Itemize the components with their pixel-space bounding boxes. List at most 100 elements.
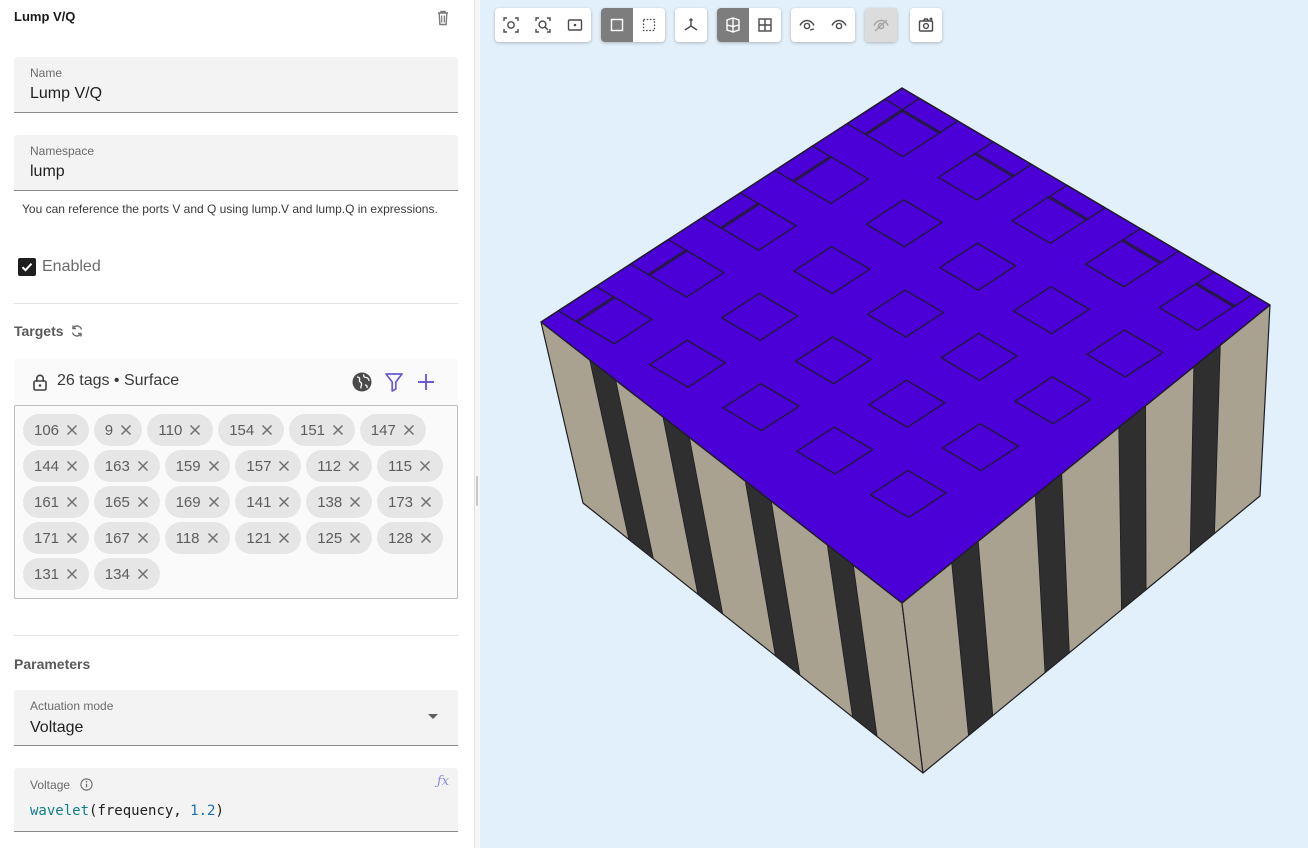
name-input[interactable] (30, 85, 430, 103)
info-icon[interactable] (80, 778, 93, 791)
remove-tag-icon[interactable] (348, 460, 360, 472)
toolbar-group (495, 8, 591, 42)
3d-viewport[interactable] (480, 0, 1308, 848)
hide-button[interactable] (791, 8, 823, 42)
target-tag-chip[interactable]: 159 (164, 450, 231, 482)
toolbar-group (865, 8, 897, 42)
remove-tag-icon[interactable] (189, 424, 201, 436)
remove-tag-icon[interactable] (261, 424, 273, 436)
namespace-input[interactable] (30, 163, 430, 181)
target-tag-chip[interactable]: 157 (235, 450, 302, 482)
target-tag-chip[interactable]: 138 (306, 486, 372, 518)
globe-icon[interactable] (351, 371, 373, 393)
target-tag-chip[interactable]: 110 (147, 414, 214, 446)
target-tag-chip[interactable]: 165 (93, 486, 160, 518)
fit-selection-button[interactable] (495, 8, 527, 42)
target-tag-chip[interactable]: 106 (23, 414, 89, 446)
remove-tag-icon[interactable] (120, 424, 132, 436)
name-field[interactable]: Name (14, 57, 458, 113)
remove-tag-icon[interactable] (349, 496, 361, 508)
remove-tag-icon[interactable] (66, 568, 78, 580)
target-tag-chip[interactable]: 151 (289, 414, 355, 446)
divider (14, 303, 458, 304)
screenshot-button[interactable] (910, 8, 942, 42)
target-tag-chip[interactable]: 131 (23, 558, 89, 590)
target-tag-chip[interactable]: 161 (23, 486, 89, 518)
resize-grip[interactable] (476, 476, 478, 506)
remove-tag-icon[interactable] (66, 496, 78, 508)
target-tag-chip[interactable]: 171 (23, 522, 89, 554)
remove-tag-icon[interactable] (137, 532, 149, 544)
grid-view-button[interactable] (749, 8, 781, 42)
remove-tag-icon[interactable] (208, 460, 220, 472)
target-tag-chip[interactable]: 134 (93, 558, 160, 590)
remove-tag-icon[interactable] (278, 496, 290, 508)
target-tag-chip[interactable]: 125 (306, 522, 372, 554)
remove-tag-icon[interactable] (403, 424, 415, 436)
tag-number: 157 (246, 457, 272, 475)
tag-number: 167 (104, 529, 130, 547)
target-tag-chip[interactable]: 163 (93, 450, 160, 482)
add-icon[interactable] (415, 371, 437, 393)
wireframe-view-button[interactable] (633, 8, 665, 42)
properties-panel: Lump V/Q Name Namespace You can referenc… (0, 0, 474, 848)
target-tag-chip[interactable]: 128 (377, 522, 443, 554)
remove-tag-icon[interactable] (66, 424, 78, 436)
3d-model[interactable] (480, 0, 1308, 848)
target-tag-chip[interactable]: 167 (93, 522, 160, 554)
delete-icon[interactable] (433, 8, 453, 28)
electrode-stripe[interactable] (1118, 405, 1147, 611)
target-tag-chip[interactable]: 147 (359, 414, 426, 446)
remove-tag-icon[interactable] (66, 532, 78, 544)
axes-button[interactable] (675, 8, 707, 42)
target-tag-chip[interactable]: 118 (164, 522, 231, 554)
remove-tag-icon[interactable] (349, 532, 361, 544)
tag-number: 141 (246, 493, 272, 511)
tag-number: 154 (229, 421, 255, 439)
refresh-icon[interactable] (70, 324, 84, 338)
function-icon[interactable]: ƒx (437, 774, 449, 789)
tag-number: 144 (34, 457, 60, 475)
chevron-down-icon[interactable] (428, 714, 438, 719)
remove-tag-icon[interactable] (332, 424, 344, 436)
actuation-mode-value: Voltage (30, 719, 84, 736)
target-tag-chip[interactable]: 121 (235, 522, 302, 554)
remove-tag-icon[interactable] (137, 568, 149, 580)
remove-tag-icon[interactable] (208, 496, 220, 508)
solid-view-icon (610, 18, 624, 32)
remove-tag-icon[interactable] (207, 532, 219, 544)
target-tag-chip[interactable]: 115 (377, 450, 443, 482)
voltage-expression[interactable]: wavelet(frequency, 1.2) (30, 803, 224, 819)
tag-number: 165 (104, 493, 130, 511)
target-tag-chip[interactable]: 154 (218, 414, 284, 446)
target-tag-chip[interactable]: 141 (235, 486, 302, 518)
filter-icon[interactable] (384, 371, 404, 393)
remove-tag-icon[interactable] (278, 532, 290, 544)
tag-number: 106 (34, 421, 60, 439)
namespace-field[interactable]: Namespace (14, 135, 458, 191)
frame-button[interactable] (559, 8, 591, 42)
remove-tag-icon[interactable] (278, 460, 290, 472)
target-tag-chip[interactable]: 173 (377, 486, 443, 518)
target-tag-chip[interactable]: 112 (306, 450, 372, 482)
actuation-mode-select[interactable]: Actuation mode Voltage (14, 690, 458, 746)
remove-tag-icon[interactable] (137, 496, 149, 508)
remove-tag-icon[interactable] (66, 460, 78, 472)
target-tag-chip[interactable]: 144 (23, 450, 89, 482)
tag-number: 115 (388, 457, 412, 475)
checkbox-checked-icon[interactable] (18, 258, 36, 276)
target-tags-list: 106 9 110 154 151 147 144 163 159 157 112 115 161 165… (14, 405, 458, 599)
solid-view-button[interactable] (601, 8, 633, 42)
show-button[interactable] (823, 8, 855, 42)
mesh-view-button[interactable] (717, 8, 749, 42)
remove-tag-icon[interactable] (420, 496, 432, 508)
enabled-checkbox[interactable]: Enabled (18, 256, 101, 278)
tag-number: 131 (34, 565, 60, 583)
target-tag-chip[interactable]: 169 (164, 486, 231, 518)
remove-tag-icon[interactable] (137, 460, 149, 472)
zoom-fit-button[interactable] (527, 8, 559, 42)
remove-tag-icon[interactable] (419, 460, 431, 472)
remove-tag-icon[interactable] (420, 532, 432, 544)
visibility-disabled-button (865, 8, 897, 42)
target-tag-chip[interactable]: 9 (93, 414, 143, 446)
